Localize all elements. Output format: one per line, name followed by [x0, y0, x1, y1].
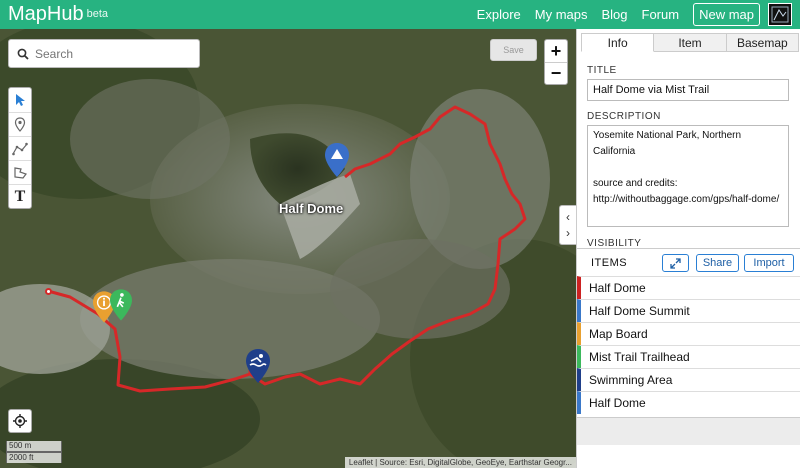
search-input[interactable]	[35, 46, 195, 61]
line-icon	[12, 142, 28, 155]
map-view[interactable]: Half Dome Save + −	[0, 29, 576, 468]
marker-tool[interactable]	[9, 112, 31, 136]
tab-info[interactable]: Info	[581, 33, 655, 52]
chevron-right-icon[interactable]: ›	[566, 225, 570, 241]
expand-icon	[670, 257, 681, 269]
save-button[interactable]: Save	[490, 39, 537, 61]
list-item[interactable]: Half Dome Summit	[577, 299, 800, 322]
description-label: DESCRIPTION	[587, 111, 661, 122]
nav-forum[interactable]: Forum	[642, 7, 680, 22]
list-item[interactable]: Half Dome	[577, 391, 800, 414]
chevron-left-icon[interactable]: ‹	[566, 209, 570, 225]
summit-marker-icon[interactable]	[325, 143, 349, 177]
zoom-out-button[interactable]: −	[545, 62, 567, 84]
title-field[interactable]: Half Dome via Mist Trail	[587, 79, 789, 101]
draw-toolbar: T	[8, 87, 32, 209]
nav-blog[interactable]: Blog	[601, 7, 627, 22]
description-field[interactable]: Yosemite National Park, Northern Califor…	[587, 125, 789, 227]
tab-item[interactable]: Item	[654, 33, 727, 51]
map-attribution[interactable]: Leaflet | Source: Esri, DigitalGlobe, Ge…	[344, 457, 576, 468]
new-map-button[interactable]: New map	[693, 3, 760, 26]
import-button[interactable]: Import	[744, 254, 794, 272]
swimming-marker-icon[interactable]	[246, 349, 270, 383]
polygon-tool[interactable]	[9, 160, 31, 184]
scale-metric: 500 m	[6, 441, 62, 452]
items-list: Half Dome Half Dome Summit Map Board Mis…	[577, 276, 800, 414]
nav-my-maps[interactable]: My maps	[535, 7, 588, 22]
panel-toggle[interactable]: ‹ ›	[559, 205, 576, 245]
hiker-trailhead-marker-icon[interactable]	[110, 289, 132, 321]
scale-imperial: 2000 ft	[6, 452, 62, 463]
crosshair-icon	[13, 414, 27, 428]
main-nav: Explore My maps Blog Forum New map	[477, 0, 760, 29]
list-item[interactable]: Map Board	[577, 322, 800, 345]
nav-explore[interactable]: Explore	[477, 7, 521, 22]
list-item[interactable]: Half Dome	[577, 276, 800, 299]
search-box[interactable]	[8, 39, 200, 68]
marker-icon	[14, 117, 26, 132]
avatar-icon	[771, 6, 789, 23]
zoom-in-button[interactable]: +	[545, 40, 567, 62]
list-footer	[577, 417, 800, 445]
list-item[interactable]: Swimming Area	[577, 368, 800, 391]
text-icon: T	[14, 187, 26, 205]
profile-avatar[interactable]	[768, 3, 792, 26]
items-title: ITEMS	[591, 257, 628, 269]
line-tool[interactable]	[9, 136, 31, 160]
panel-tabs: Info Item Basemap	[581, 33, 799, 52]
tab-basemap[interactable]: Basemap	[726, 33, 799, 51]
top-bar: MapHub beta Explore My maps Blog Forum Ne…	[0, 0, 800, 29]
side-panel: Info Item Basemap TITLE Half Dome via Mi…	[576, 29, 800, 468]
trail-endpoint	[45, 288, 52, 295]
list-item[interactable]: Mist Trail Trailhead	[577, 345, 800, 368]
select-tool[interactable]	[9, 88, 31, 112]
share-button[interactable]: Share	[696, 254, 739, 272]
polygon-icon	[14, 166, 27, 179]
map-place-label: Half Dome	[279, 201, 344, 216]
text-tool[interactable]: T	[9, 184, 31, 208]
brand-name: MapHub	[8, 3, 84, 25]
zoom-control: + −	[544, 39, 568, 85]
scale-bar: 500 m 2000 ft	[6, 441, 62, 463]
items-header: ITEMS Share Import	[577, 248, 800, 276]
satellite-basemap	[0, 29, 576, 468]
title-label: TITLE	[587, 65, 617, 76]
cursor-icon	[16, 94, 25, 106]
expand-button[interactable]	[662, 254, 689, 272]
brand-logo[interactable]: MapHub beta	[8, 3, 108, 25]
beta-badge: beta	[86, 8, 109, 20]
search-icon	[17, 48, 29, 60]
locate-button[interactable]	[8, 409, 32, 433]
